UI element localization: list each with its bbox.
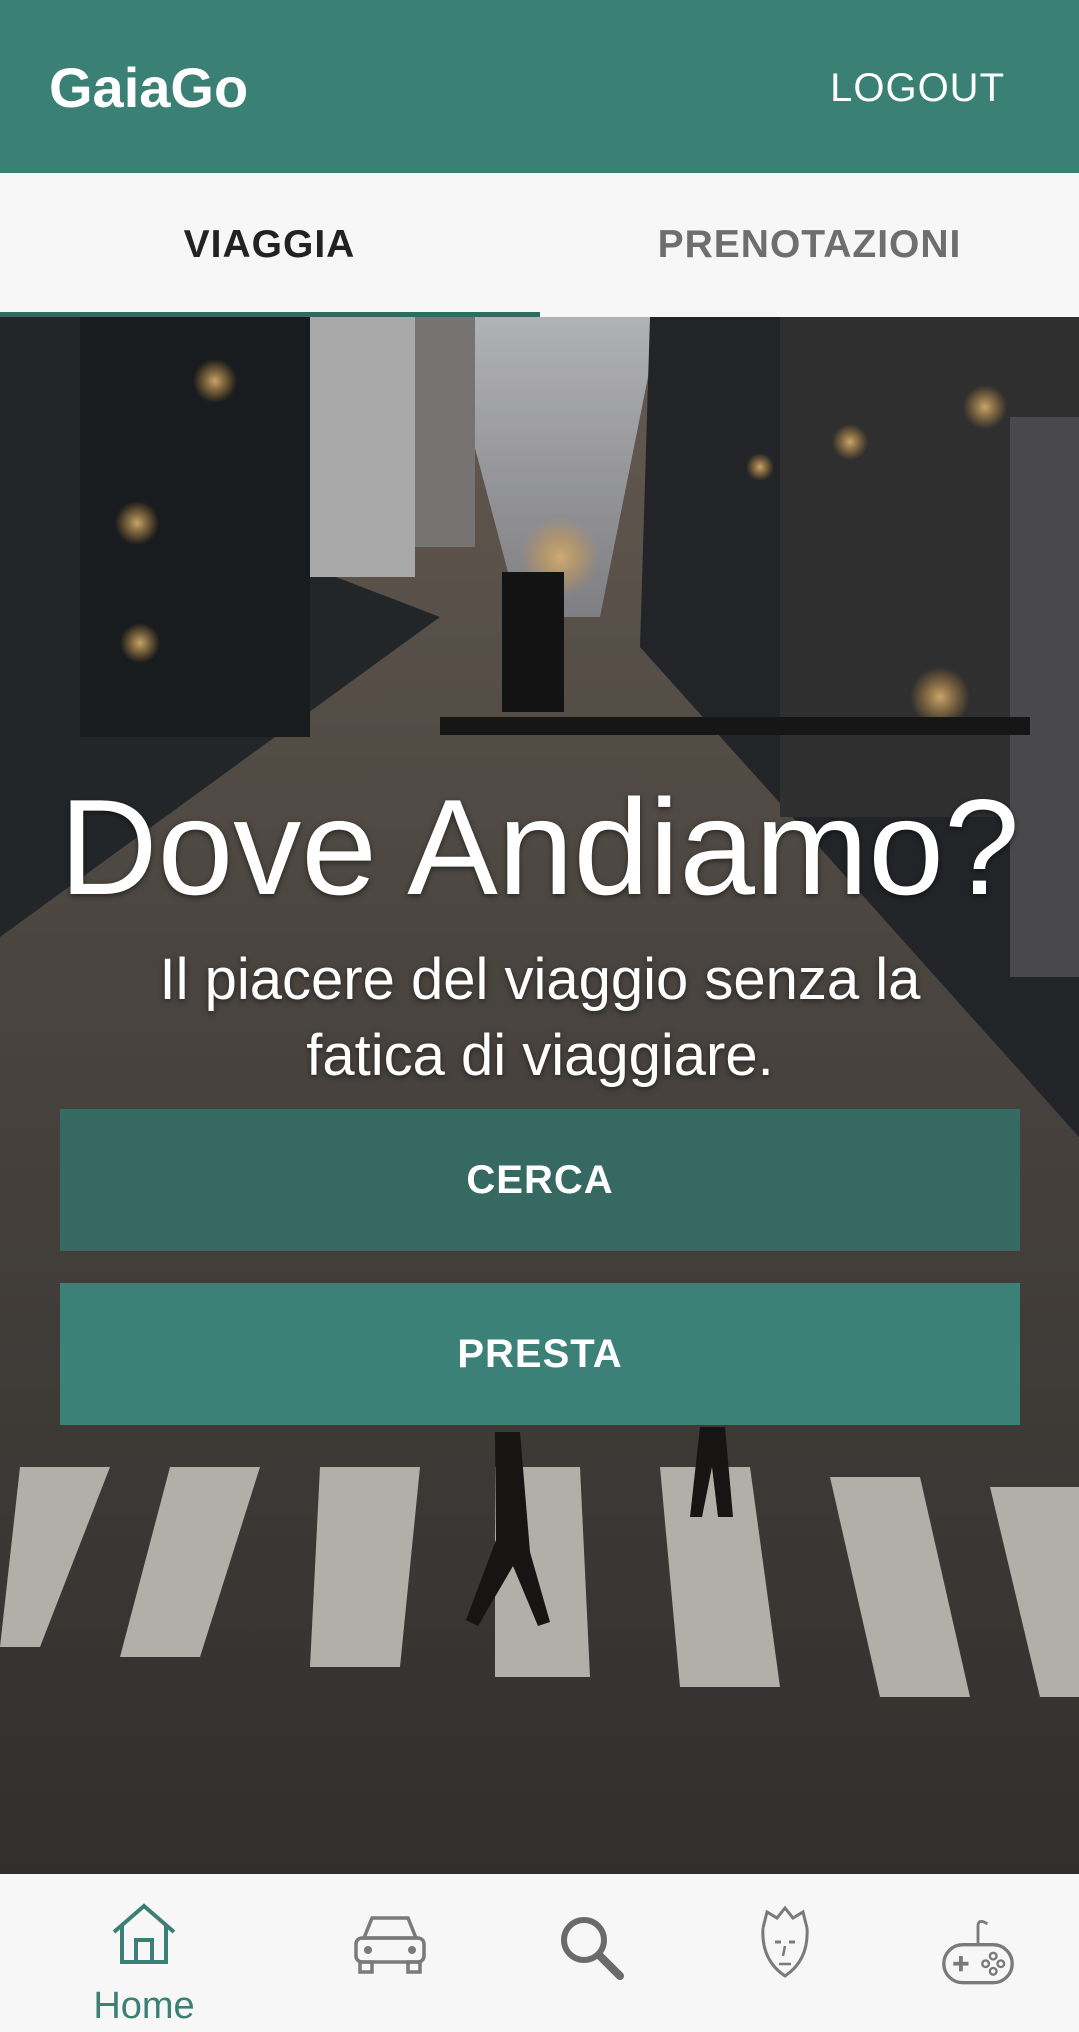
hero-subtitle: Il piacere del viaggio senza la fatica d… <box>159 947 921 1088</box>
city-street-background-image <box>0 317 1079 1874</box>
bottom-navigation: Home <box>0 1874 1079 2032</box>
app-bar: GaiaGo LOGOUT <box>0 0 1079 173</box>
nav-item-search[interactable] <box>430 1874 645 2032</box>
tab-bar: VIAGGIA PRENOTAZIONI <box>0 173 1079 317</box>
logout-button[interactable]: LOGOUT <box>830 62 1005 114</box>
nav-item-profile[interactable] <box>645 1874 860 2032</box>
cerca-button[interactable]: CERCA <box>60 1109 1020 1251</box>
nav-item-car[interactable] <box>215 1874 430 2032</box>
tab-prenotazioni[interactable]: PRENOTAZIONI <box>540 173 1079 317</box>
presta-button[interactable]: PRESTA <box>60 1283 1020 1425</box>
search-icon <box>561 1917 624 1980</box>
nav-item-home[interactable]: Home <box>0 1874 215 2032</box>
home-icon <box>112 1903 176 1964</box>
nav-item-games[interactable] <box>860 1874 1075 2032</box>
car-icon <box>354 1916 426 1974</box>
tab-viaggia[interactable]: VIAGGIA <box>0 173 539 317</box>
hero-title: Dove Andiamo? <box>59 771 1020 923</box>
hero-section: Dove Andiamo? Il piacere del viaggio sen… <box>0 317 1079 1874</box>
gamepad-icon <box>942 1920 1014 1985</box>
profile-face-icon <box>761 1905 809 1978</box>
app-title: GaiaGo <box>49 56 249 119</box>
